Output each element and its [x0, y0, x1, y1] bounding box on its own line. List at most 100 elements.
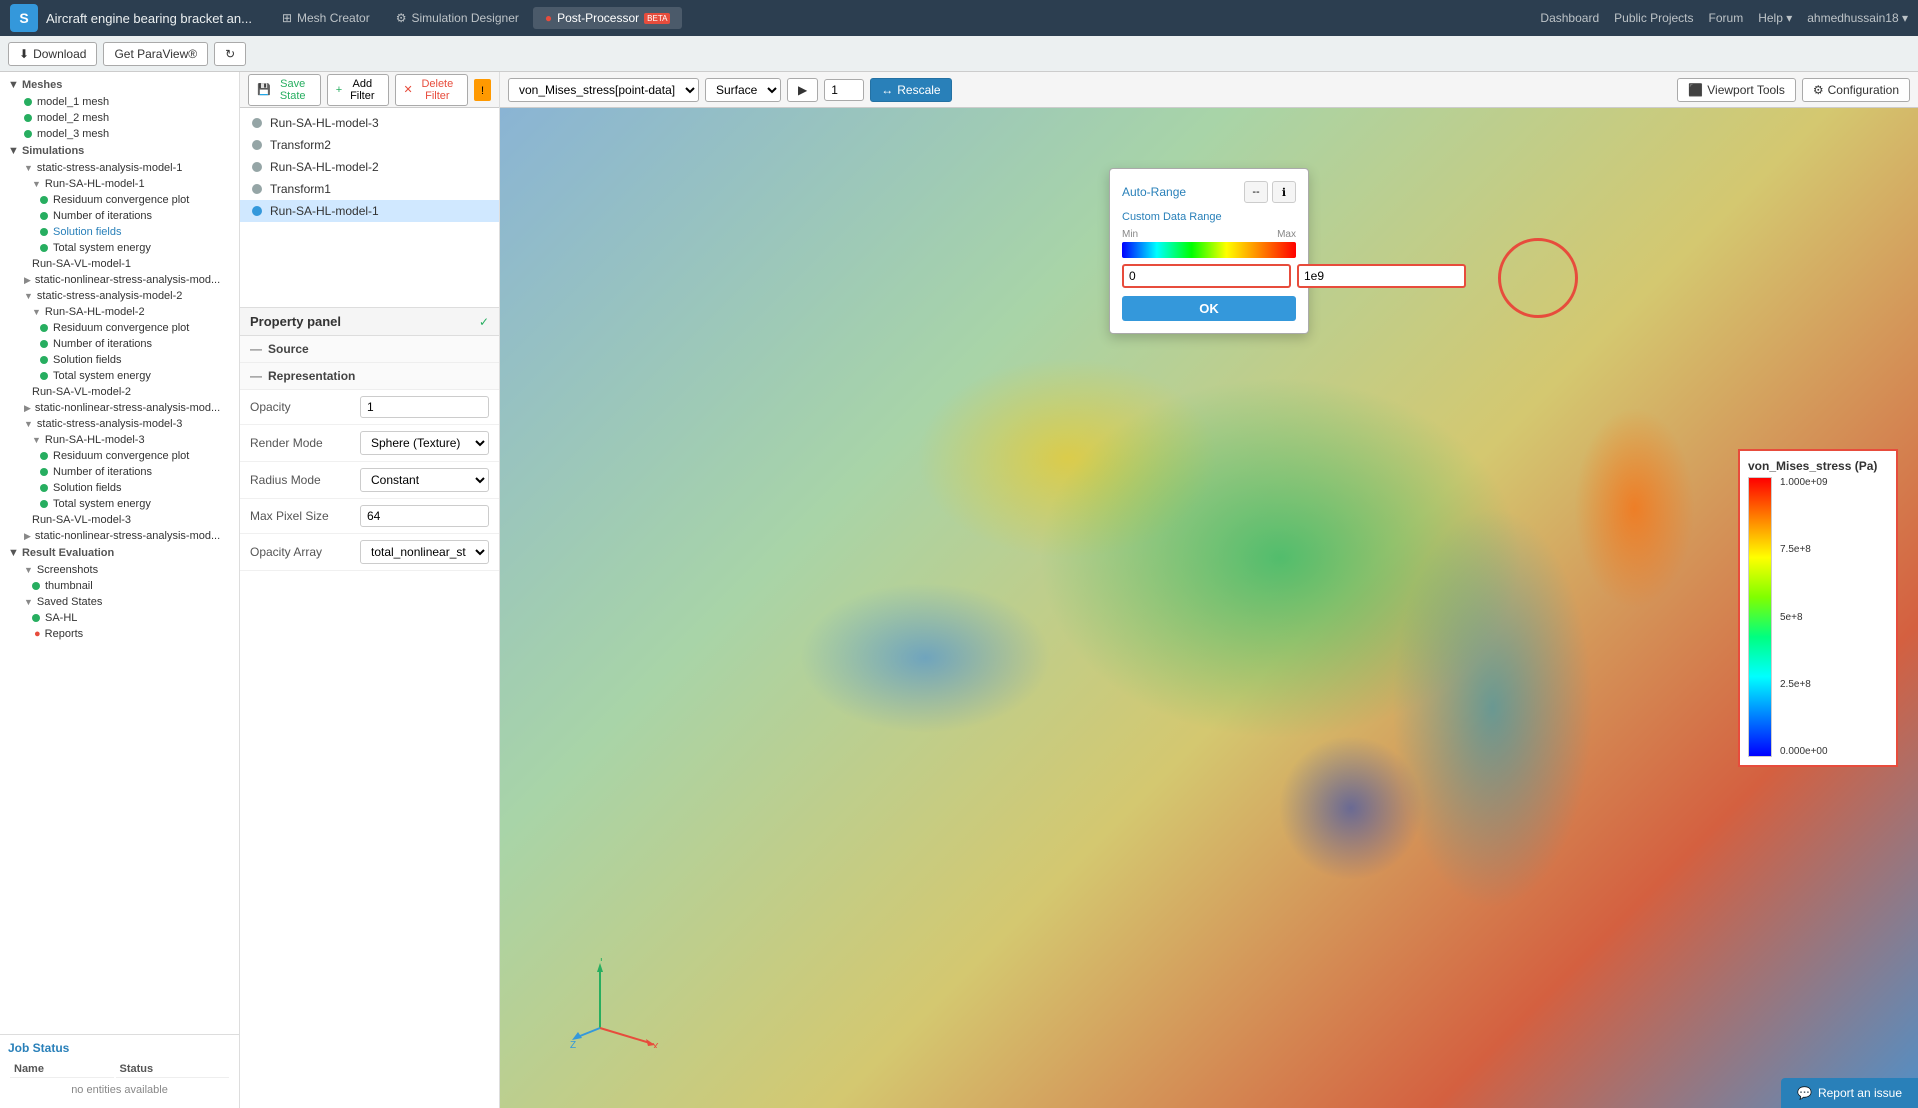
- sidebar-item-residuum-3[interactable]: Residuum convergence plot: [0, 448, 239, 464]
- nav-help[interactable]: Help ▾: [1758, 11, 1792, 25]
- sidebar-item-sa-hl[interactable]: SA-HL: [0, 610, 239, 626]
- property-panel-header: Property panel ✓: [240, 308, 499, 336]
- collapse-icon: —: [250, 369, 262, 383]
- field-selector[interactable]: von_Mises_stress[point-data]: [508, 78, 699, 102]
- sidebar-item-model3-mesh[interactable]: model_3 mesh: [0, 126, 239, 142]
- viewport-tools-button[interactable]: ⬛ Viewport Tools: [1677, 78, 1796, 102]
- project-title: Aircraft engine bearing bracket an...: [46, 11, 252, 26]
- opacity-input[interactable]: [360, 396, 489, 418]
- get-paraview-button[interactable]: Get ParaView®: [103, 42, 208, 66]
- max-pixel-input[interactable]: [360, 505, 489, 527]
- report-issue-button[interactable]: 💬 Report an issue: [1781, 1078, 1918, 1108]
- tab-mesh-creator[interactable]: ⊞ Mesh Creator: [270, 7, 382, 29]
- sidebar-item-snsa-2[interactable]: ▶ static-nonlinear-stress-analysis-mod..…: [0, 400, 239, 416]
- range-info-btn[interactable]: ℹ: [1272, 181, 1296, 203]
- left-sidebar: ▼ Meshes model_1 mesh model_2 mesh model…: [0, 72, 240, 1108]
- ok-button[interactable]: OK: [1122, 296, 1296, 321]
- col-name: Name: [10, 1061, 114, 1078]
- nav-dashboard[interactable]: Dashboard: [1540, 11, 1599, 25]
- filter-item-run-sa-hl-1[interactable]: Run-SA-HL-model-1: [240, 200, 499, 222]
- sidebar-item-model2-mesh[interactable]: model_2 mesh: [0, 110, 239, 126]
- delete-filter-button[interactable]: ✕ Delete Filter: [395, 74, 468, 106]
- sidebar-item-run-sa-vl-2[interactable]: Run-SA-VL-model-2: [0, 384, 239, 400]
- checkmark-icon[interactable]: ✓: [479, 315, 489, 329]
- sidebar-item-saved-states[interactable]: ▼ Saved States: [0, 594, 239, 610]
- nav-forum[interactable]: Forum: [1709, 11, 1744, 25]
- tab-simulation-designer[interactable]: ⚙ Simulation Designer: [384, 7, 531, 29]
- nav-tabs: ⊞ Mesh Creator ⚙ Simulation Designer ● P…: [270, 7, 683, 29]
- rescale-button[interactable]: ↔ Rescale: [870, 78, 951, 102]
- warning-button[interactable]: !: [474, 79, 491, 101]
- play-button[interactable]: ▶: [787, 78, 818, 102]
- frame-input[interactable]: [824, 79, 864, 101]
- radius-mode-select[interactable]: Constant: [360, 468, 489, 492]
- col-status: Status: [116, 1061, 230, 1078]
- simulations-section-header[interactable]: ▼ Simulations: [0, 142, 239, 160]
- add-filter-button[interactable]: + Add Filter: [327, 74, 389, 106]
- expand-icon: ▼: [24, 163, 33, 173]
- opacity-array-select[interactable]: total_nonlinear_strain: [360, 540, 489, 564]
- filter-item-transform1[interactable]: Transform1: [240, 178, 499, 200]
- sidebar-item-iterations-3[interactable]: Number of iterations: [0, 464, 239, 480]
- render-mode-select[interactable]: Sphere (Texture): [360, 431, 489, 455]
- sidebar-item-model1-mesh[interactable]: model_1 mesh: [0, 94, 239, 110]
- property-panel-title: Property panel: [250, 314, 341, 329]
- legend-val-4: 0.000e+00: [1780, 746, 1828, 757]
- sidebar-item-screenshots[interactable]: ▼ Screenshots: [0, 562, 239, 578]
- sidebar-item-solution-fields-1[interactable]: Solution fields: [0, 224, 239, 240]
- tab-post-processor[interactable]: ● Post-Processor BETA: [533, 7, 683, 29]
- sidebar-item-snsa-1[interactable]: ▶ static-nonlinear-stress-analysis-mod..…: [0, 272, 239, 288]
- status-dot: [40, 228, 48, 236]
- sidebar-item-run-sa-vl-1[interactable]: Run-SA-VL-model-1: [0, 256, 239, 272]
- status-dot: [40, 324, 48, 332]
- status-dot: [40, 372, 48, 380]
- sidebar-item-reports[interactable]: ● Reports: [0, 626, 239, 642]
- meshes-section-header[interactable]: ▼ Meshes: [0, 76, 239, 94]
- sidebar-item-residuum-1[interactable]: Residuum convergence plot: [0, 192, 239, 208]
- sidebar-item-ssa-model3[interactable]: ▼ static-stress-analysis-model-3: [0, 416, 239, 432]
- sidebar-item-ssa-model2[interactable]: ▼ static-stress-analysis-model-2: [0, 288, 239, 304]
- sidebar-item-energy-3[interactable]: Total system energy: [0, 496, 239, 512]
- viewport-canvas: Auto-Range -- ℹ Custom Data Range Min Ma…: [500, 108, 1918, 1108]
- save-state-button[interactable]: 💾 Save State: [248, 74, 321, 106]
- sidebar-item-solution-2[interactable]: Solution fields: [0, 352, 239, 368]
- nav-public-projects[interactable]: Public Projects: [1614, 11, 1693, 25]
- nav-user[interactable]: ahmedhussain18 ▾: [1807, 11, 1908, 25]
- render-mode-label: Render Mode: [250, 436, 360, 450]
- viewport-toolbar: von_Mises_stress[point-data] Surface ▶ ↔…: [500, 72, 1918, 108]
- min-input[interactable]: [1122, 264, 1291, 288]
- status-dot: [32, 582, 40, 590]
- sidebar-item-iterations-2[interactable]: Number of iterations: [0, 336, 239, 352]
- max-input[interactable]: [1297, 264, 1466, 288]
- filter-item-transform2[interactable]: Transform2: [240, 134, 499, 156]
- legend-val-1: 7.5e+8: [1780, 544, 1828, 555]
- filter-item-run-sa-hl-3[interactable]: Run-SA-HL-model-3: [240, 112, 499, 134]
- sidebar-item-run-sa-vl-3[interactable]: Run-SA-VL-model-3: [0, 512, 239, 528]
- sidebar-item-total-energy-1[interactable]: Total system energy: [0, 240, 239, 256]
- sidebar-item-thumbnail[interactable]: thumbnail: [0, 578, 239, 594]
- viewport-icon: ⬛: [1688, 83, 1703, 97]
- refresh-button[interactable]: ↻: [214, 42, 246, 66]
- sidebar-item-run-sa-hl-2[interactable]: ▼ Run-SA-HL-model-2: [0, 304, 239, 320]
- sidebar-item-energy-2[interactable]: Total system energy: [0, 368, 239, 384]
- expand-icon: ▼: [32, 179, 41, 189]
- sidebar-item-residuum-2[interactable]: Residuum convergence plot: [0, 320, 239, 336]
- representation-section[interactable]: — Representation: [240, 363, 499, 390]
- download-button[interactable]: ⬇ Download: [8, 42, 97, 66]
- expand-simulations-icon: ▼: [8, 145, 19, 157]
- sidebar-item-run-sa-hl-1[interactable]: ▼ Run-SA-HL-model-1: [0, 176, 239, 192]
- auto-range-link[interactable]: Auto-Range: [1122, 185, 1186, 199]
- source-section[interactable]: — Source: [240, 336, 499, 363]
- expand-icon: ▶: [24, 403, 31, 414]
- representation-selector[interactable]: Surface: [705, 78, 781, 102]
- sidebar-item-solution-3[interactable]: Solution fields: [0, 480, 239, 496]
- sidebar-item-iterations-1[interactable]: Number of iterations: [0, 208, 239, 224]
- sidebar-item-snsa-3[interactable]: ▶ static-nonlinear-stress-analysis-mod..…: [0, 528, 239, 544]
- result-evaluation-header[interactable]: ▼ Result Evaluation: [0, 544, 239, 562]
- range-dash-btn[interactable]: --: [1244, 181, 1268, 203]
- configuration-button[interactable]: ⚙ Configuration: [1802, 78, 1910, 102]
- sidebar-item-run-sa-hl-3[interactable]: ▼ Run-SA-HL-model-3: [0, 432, 239, 448]
- sidebar-item-ssa-model1[interactable]: ▼ static-stress-analysis-model-1: [0, 160, 239, 176]
- filter-item-run-sa-hl-2[interactable]: Run-SA-HL-model-2: [240, 156, 499, 178]
- expand-icon: ▶: [24, 275, 31, 286]
